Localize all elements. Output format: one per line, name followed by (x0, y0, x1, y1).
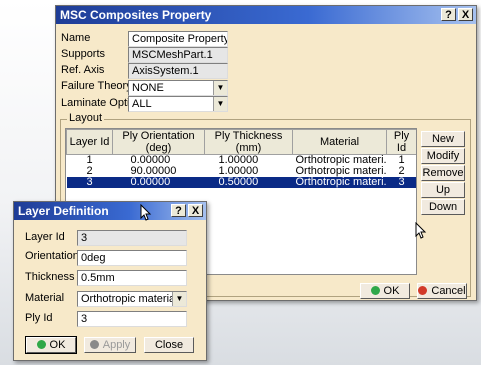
help-button[interactable]: ? (441, 8, 456, 21)
table-cell: 0.00000 (130, 154, 171, 166)
apply-button[interactable]: Apply (84, 337, 136, 353)
table-cell: 3 (66, 177, 113, 188)
table-cell: 2 (398, 166, 405, 177)
table-row[interactable]: 1 0.00000 1.00000 Orthotropic materi... … (67, 155, 417, 167)
layer-ok-label: OK (49, 339, 66, 351)
table-row-selected[interactable]: 3 0.00000 0.50000 Orthotropic materi... … (66, 177, 416, 188)
failure-theory-select[interactable]: NONE ▼ (128, 80, 228, 96)
table-cell: 1 (86, 154, 93, 166)
layer-definition-dialog: Layer Definition ? X Layer Id 3 Orientat… (13, 201, 207, 361)
chevron-down-icon[interactable]: ▼ (213, 81, 227, 95)
thickness-label: Thickness (25, 271, 75, 283)
table-row[interactable]: 2 90.00000 1.00000 Orthotropic materi...… (67, 166, 417, 177)
down-button[interactable]: Down (421, 199, 465, 215)
column-header[interactable]: Material (292, 129, 387, 155)
layer-ok-button[interactable]: OK (25, 336, 77, 354)
name-label: Name (61, 32, 91, 44)
failure-theory-label: Failure Theory (61, 80, 132, 92)
failure-theory-value: NONE (132, 82, 164, 94)
table-cell: 0.00000 (112, 177, 205, 188)
material-label: Material (25, 292, 65, 304)
ref-axis-field[interactable]: AxisSystem.1 (128, 63, 228, 79)
ply-id-field[interactable]: 3 (77, 311, 187, 327)
ply-id-label: Ply Id (25, 312, 53, 324)
layer-close-button[interactable]: Close (144, 337, 194, 353)
material-value: Orthotropic material. (81, 293, 181, 305)
orientation-label: Orientation (25, 250, 79, 262)
cancel-button[interactable]: Cancel (417, 283, 467, 299)
table-cell: Orthotropic materi... (295, 154, 387, 166)
mouse-pointer-icon (140, 204, 152, 221)
chevron-down-icon[interactable]: ▼ (213, 97, 227, 111)
main-title: MSC Composites Property (60, 8, 212, 22)
new-button[interactable]: New (421, 131, 465, 147)
supports-field[interactable]: MSCMeshPart.1 (128, 47, 228, 63)
chevron-down-icon[interactable]: ▼ (172, 292, 186, 306)
ok-icon (370, 286, 380, 295)
column-header[interactable]: Ply Thickness (mm) (204, 129, 293, 155)
ok-icon (36, 340, 46, 349)
modify-button[interactable]: Modify (421, 148, 465, 164)
ok-label: OK (383, 285, 400, 297)
close-button[interactable]: X (458, 8, 473, 21)
laminate-option-value: ALL (132, 98, 152, 110)
thickness-field[interactable]: 0.5mm (77, 270, 187, 286)
table-cell: 1.00000 (218, 166, 259, 177)
remove-button[interactable]: Remove (421, 165, 465, 181)
supports-label: Supports (61, 48, 106, 60)
layer-id-label: Layer Id (25, 231, 65, 243)
table-cell: 2 (86, 166, 93, 177)
name-field[interactable]: Composite Property (128, 31, 228, 47)
layer-table-grid: Layer Id Ply Orientation (deg) Ply Thick… (66, 129, 417, 188)
table-cell: Orthotropic materi... (295, 166, 387, 177)
cancel-icon (418, 286, 428, 295)
help-button[interactable]: ? (171, 204, 186, 217)
column-header[interactable]: Layer Id (66, 129, 113, 155)
table-header-row: Layer Id Ply Orientation (deg) Ply Thick… (66, 129, 416, 155)
cancel-label: Cancel (431, 285, 466, 297)
mouse-pointer-icon (415, 222, 427, 239)
apply-icon (89, 340, 99, 349)
layout-group-title: Layout (67, 112, 105, 124)
ok-button[interactable]: OK (360, 283, 410, 299)
ref-axis-label: Ref. Axis (61, 64, 105, 76)
table-cell: Orthotropic materi... (292, 177, 387, 188)
layer-titlebar[interactable]: Layer Definition ? X (14, 202, 206, 220)
layer-id-field[interactable]: 3 (77, 230, 187, 246)
orientation-field[interactable]: 0deg (77, 250, 187, 266)
table-cell: 1.00000 (218, 154, 259, 166)
layer-title: Layer Definition (18, 204, 109, 218)
apply-label: Apply (102, 339, 131, 351)
column-header[interactable]: Ply Orientation (deg) (112, 129, 205, 155)
table-cell: 1 (398, 154, 405, 166)
table-cell: 3 (386, 177, 416, 188)
close-button[interactable]: X (188, 204, 203, 217)
table-cell: 90.00000 (130, 166, 177, 177)
column-header[interactable]: Ply Id (386, 129, 416, 155)
material-select[interactable]: Orthotropic material. ▼ (77, 291, 187, 307)
laminate-option-select[interactable]: ALL ▼ (128, 96, 228, 112)
table-cell: 0.50000 (204, 177, 293, 188)
up-button[interactable]: Up (421, 182, 465, 198)
main-titlebar[interactable]: MSC Composites Property ? X (56, 6, 476, 24)
